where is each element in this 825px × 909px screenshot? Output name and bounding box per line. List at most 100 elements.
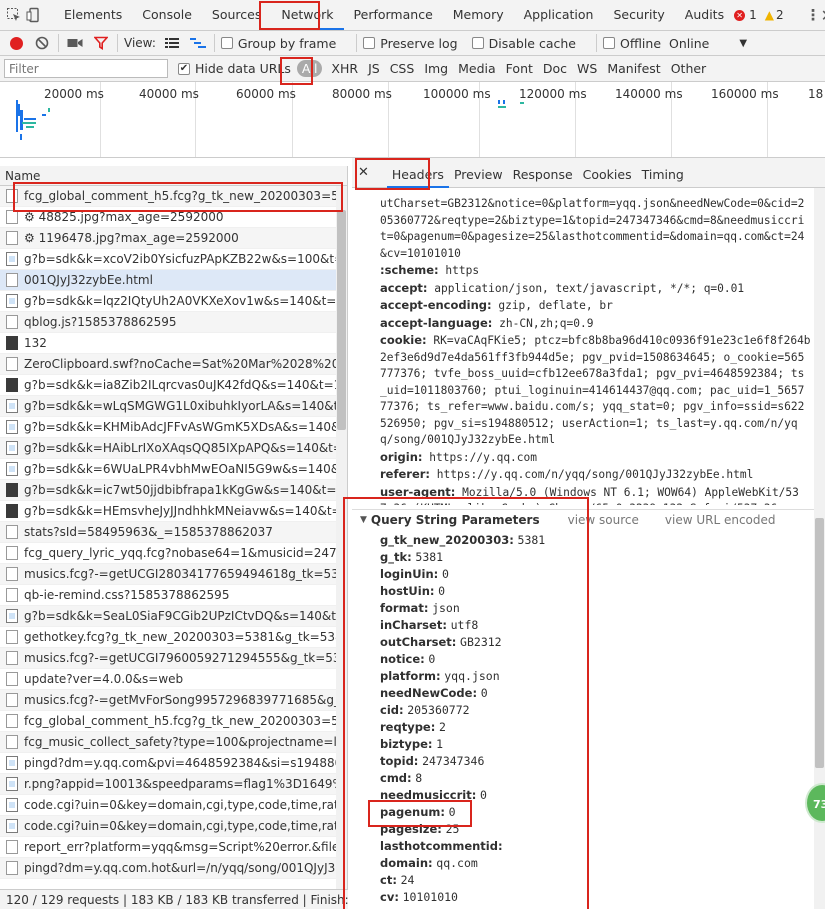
request-row[interactable]: qb-ie-remind.css?1585378862595 xyxy=(0,585,347,606)
request-row[interactable]: ⚙ 48825.jpg?max_age=2592000 xyxy=(0,207,347,228)
request-row[interactable]: musics.fcg?-=getUCGI28034177659494618g_t… xyxy=(0,564,347,585)
view-url-encoded-link[interactable]: view URL encoded xyxy=(665,510,776,530)
large-rows-icon[interactable] xyxy=(162,33,182,53)
warning-count[interactable]: 2 xyxy=(776,8,784,22)
close-detail-icon[interactable]: ✕ xyxy=(352,165,375,180)
request-row[interactable]: g?b=sdk&k=KHMibAdcJFFvAsWGmK5XDsA&s=140&… xyxy=(0,417,347,438)
request-row[interactable]: g?b=sdk&k=xcoV2ib0YsicfuzPApKZB22w&s=100… xyxy=(0,249,347,270)
filter-type-font[interactable]: Font xyxy=(501,61,538,76)
hide-data-urls-checkbox[interactable]: ✔ Hide data URLs xyxy=(178,61,291,76)
request-row[interactable]: fcg_music_collect_safety?type=100&projec… xyxy=(0,732,347,753)
detail-tab-timing[interactable]: Timing xyxy=(637,158,689,188)
tab-sources[interactable]: Sources xyxy=(202,0,271,30)
request-row[interactable]: fcg_global_comment_h5.fcg?g_tk_new_20200… xyxy=(0,186,347,207)
group-by-frame-checkbox[interactable]: Group by frame xyxy=(220,36,336,51)
filter-type-doc[interactable]: Doc xyxy=(538,61,572,76)
filter-type-all[interactable]: All xyxy=(296,60,323,77)
request-row[interactable]: 132 xyxy=(0,333,347,354)
filter-input[interactable] xyxy=(4,59,168,78)
filter-type-ws[interactable]: WS xyxy=(572,61,602,76)
request-row[interactable]: g?b=sdk&k=ia8Zib2ILqrcvas0uJK42fdQ&s=140… xyxy=(0,375,347,396)
scrollbar-thumb[interactable] xyxy=(337,210,346,430)
record-icon[interactable] xyxy=(6,33,26,53)
filter-type-manifest[interactable]: Manifest xyxy=(602,61,665,76)
request-name: 132 xyxy=(24,335,47,350)
tab-application[interactable]: Application xyxy=(514,0,604,30)
request-row[interactable]: stats?sId=58495963&_=1585378862037 xyxy=(0,522,347,543)
request-row[interactable]: code.cgi?uin=0&key=domain,cgi,type,code,… xyxy=(0,816,347,837)
request-row[interactable]: fcg_global_comment_h5.fcg?g_tk_new_20200… xyxy=(0,711,347,732)
divider xyxy=(58,34,59,52)
tab-audits[interactable]: Audits xyxy=(675,0,734,30)
request-row[interactable]: g?b=sdk&k=HAibLrIXoXAqsQQ85IXpAPQ&s=140&… xyxy=(0,438,347,459)
filter-type-css[interactable]: CSS xyxy=(385,61,420,76)
request-row[interactable]: musics.fcg?-=getUCGI7960059271294555&g_t… xyxy=(0,648,347,669)
request-row[interactable]: musics.fcg?-=getMvForSong995729683977168… xyxy=(0,690,347,711)
request-row[interactable]: update?ver=4.0.0&s=web xyxy=(0,669,347,690)
device-toolbar-icon[interactable] xyxy=(26,5,42,25)
filter-type-other[interactable]: Other xyxy=(666,61,712,76)
request-row[interactable]: report_err?platform=yqq&msg=Script%20err… xyxy=(0,837,347,858)
inspect-element-icon[interactable] xyxy=(6,5,22,25)
scrollbar-thumb[interactable] xyxy=(815,518,824,768)
request-header-row: :scheme: https xyxy=(352,262,825,280)
request-row[interactable]: code.cgi?uin=0&key=domain,cgi,type,code,… xyxy=(0,795,347,816)
more-options-icon[interactable]: ⋮ xyxy=(806,5,821,25)
request-list-scrollbar[interactable] xyxy=(336,186,347,889)
detail-tabs: ✕ Headers Preview Response Cookies Timing xyxy=(352,158,825,188)
detail-tab-response[interactable]: Response xyxy=(508,158,578,188)
preserve-log-checkbox[interactable]: Preserve log xyxy=(363,36,458,51)
request-row[interactable]: g?b=sdk&k=ic7wt50jjdbibfrapa1kKgGw&s=140… xyxy=(0,480,347,501)
capture-screenshots-icon[interactable] xyxy=(65,33,85,53)
tab-network[interactable]: Network xyxy=(271,0,344,30)
param-key: outCharset: xyxy=(380,635,457,649)
request-row[interactable]: ⚙ 1196478.jpg?max_age=2592000 xyxy=(0,228,347,249)
request-row[interactable]: g?b=sdk&k=6WUaLPR4vbhMwEOaNI5G9w&s=140&t… xyxy=(0,459,347,480)
close-devtools-icon[interactable]: ✕ xyxy=(821,5,825,25)
request-row[interactable]: g?b=sdk&k=HEmsvheJyJJndhhkMNeiavw&s=140&… xyxy=(0,501,347,522)
request-row[interactable]: r.png?appid=10013&speedparams=flag1%3D16… xyxy=(0,774,347,795)
query-param-row: needmusiccrit: 0 xyxy=(352,787,825,804)
tab-performance[interactable]: Performance xyxy=(344,0,443,30)
tab-elements[interactable]: Elements xyxy=(54,0,132,30)
request-row[interactable]: pingd?dm=y.qq.com&pvi=4648592384&si=s194… xyxy=(0,753,347,774)
request-row[interactable]: g?b=sdk&k=wLqSMGWG1L0xibuhkIyorLA&s=140&… xyxy=(0,396,347,417)
tab-memory[interactable]: Memory xyxy=(443,0,514,30)
request-row[interactable]: 001QJyJ32zybEe.html xyxy=(0,270,347,291)
detail-tab-preview[interactable]: Preview xyxy=(449,158,508,188)
request-row[interactable]: gethotkey.fcg?g_tk_new_20200303=5381&g_t… xyxy=(0,627,347,648)
filter-icon[interactable] xyxy=(91,33,111,53)
error-count-icon[interactable]: ✕ xyxy=(734,9,746,21)
disable-cache-checkbox[interactable]: Disable cache xyxy=(471,36,576,51)
warning-icon[interactable]: ▲ xyxy=(765,8,774,22)
offline-checkbox[interactable]: Offline xyxy=(603,36,661,51)
request-row[interactable]: fcg_query_lyric_yqq.fcg?nobase64=1&music… xyxy=(0,543,347,564)
filter-type-js[interactable]: JS xyxy=(363,61,385,76)
detail-tab-cookies[interactable]: Cookies xyxy=(578,158,637,188)
view-source-link[interactable]: view source xyxy=(568,510,639,530)
detail-tab-headers[interactable]: Headers xyxy=(386,158,449,188)
error-count[interactable]: 1 xyxy=(749,8,757,22)
request-name: g?b=sdk&k=xcoV2ib0YsicfuzPApKZB22w&s=100… xyxy=(24,251,347,266)
request-row[interactable]: pingd?dm=y.qq.com.hot&url=/n/yqq/song/00… xyxy=(0,858,347,879)
document-icon xyxy=(6,567,18,581)
request-row[interactable]: g?b=sdk&k=lqz2IQtyUh2A0VKXeXov1w&s=140&t… xyxy=(0,291,347,312)
header-key: cookie: xyxy=(380,333,427,347)
name-column-header[interactable]: Name xyxy=(0,166,347,186)
waterfall-overview-icon[interactable] xyxy=(188,33,208,53)
throttling-select[interactable]: Online ▼ xyxy=(669,36,747,51)
filter-type-xhr[interactable]: XHR xyxy=(326,61,363,76)
network-overview-timeline[interactable]: 20000 ms 40000 ms 60000 ms 80000 ms 100000 m… xyxy=(0,82,825,158)
header-value: https://y.qq.com xyxy=(429,450,538,464)
network-summary-status: 120 / 129 requests | 183 KB / 183 KB tra… xyxy=(0,889,348,909)
tab-security[interactable]: Security xyxy=(603,0,674,30)
request-row[interactable]: g?b=sdk&k=SeaL0SiaF9CGib2UPzICtvDQ&s=140… xyxy=(0,606,347,627)
triangle-down-icon[interactable]: ▼ xyxy=(360,510,367,530)
filter-type-media[interactable]: Media xyxy=(453,61,501,76)
tab-console[interactable]: Console xyxy=(132,0,202,30)
clear-icon[interactable] xyxy=(32,33,52,53)
request-row[interactable]: qblog.js?1585378862595 xyxy=(0,312,347,333)
qsp-header[interactable]: ▼ Query String Parameters view source vi… xyxy=(352,510,825,530)
request-row[interactable]: ZeroClipboard.swf?noCache=Sat%20Mar%2028… xyxy=(0,354,347,375)
filter-type-img[interactable]: Img xyxy=(419,61,453,76)
